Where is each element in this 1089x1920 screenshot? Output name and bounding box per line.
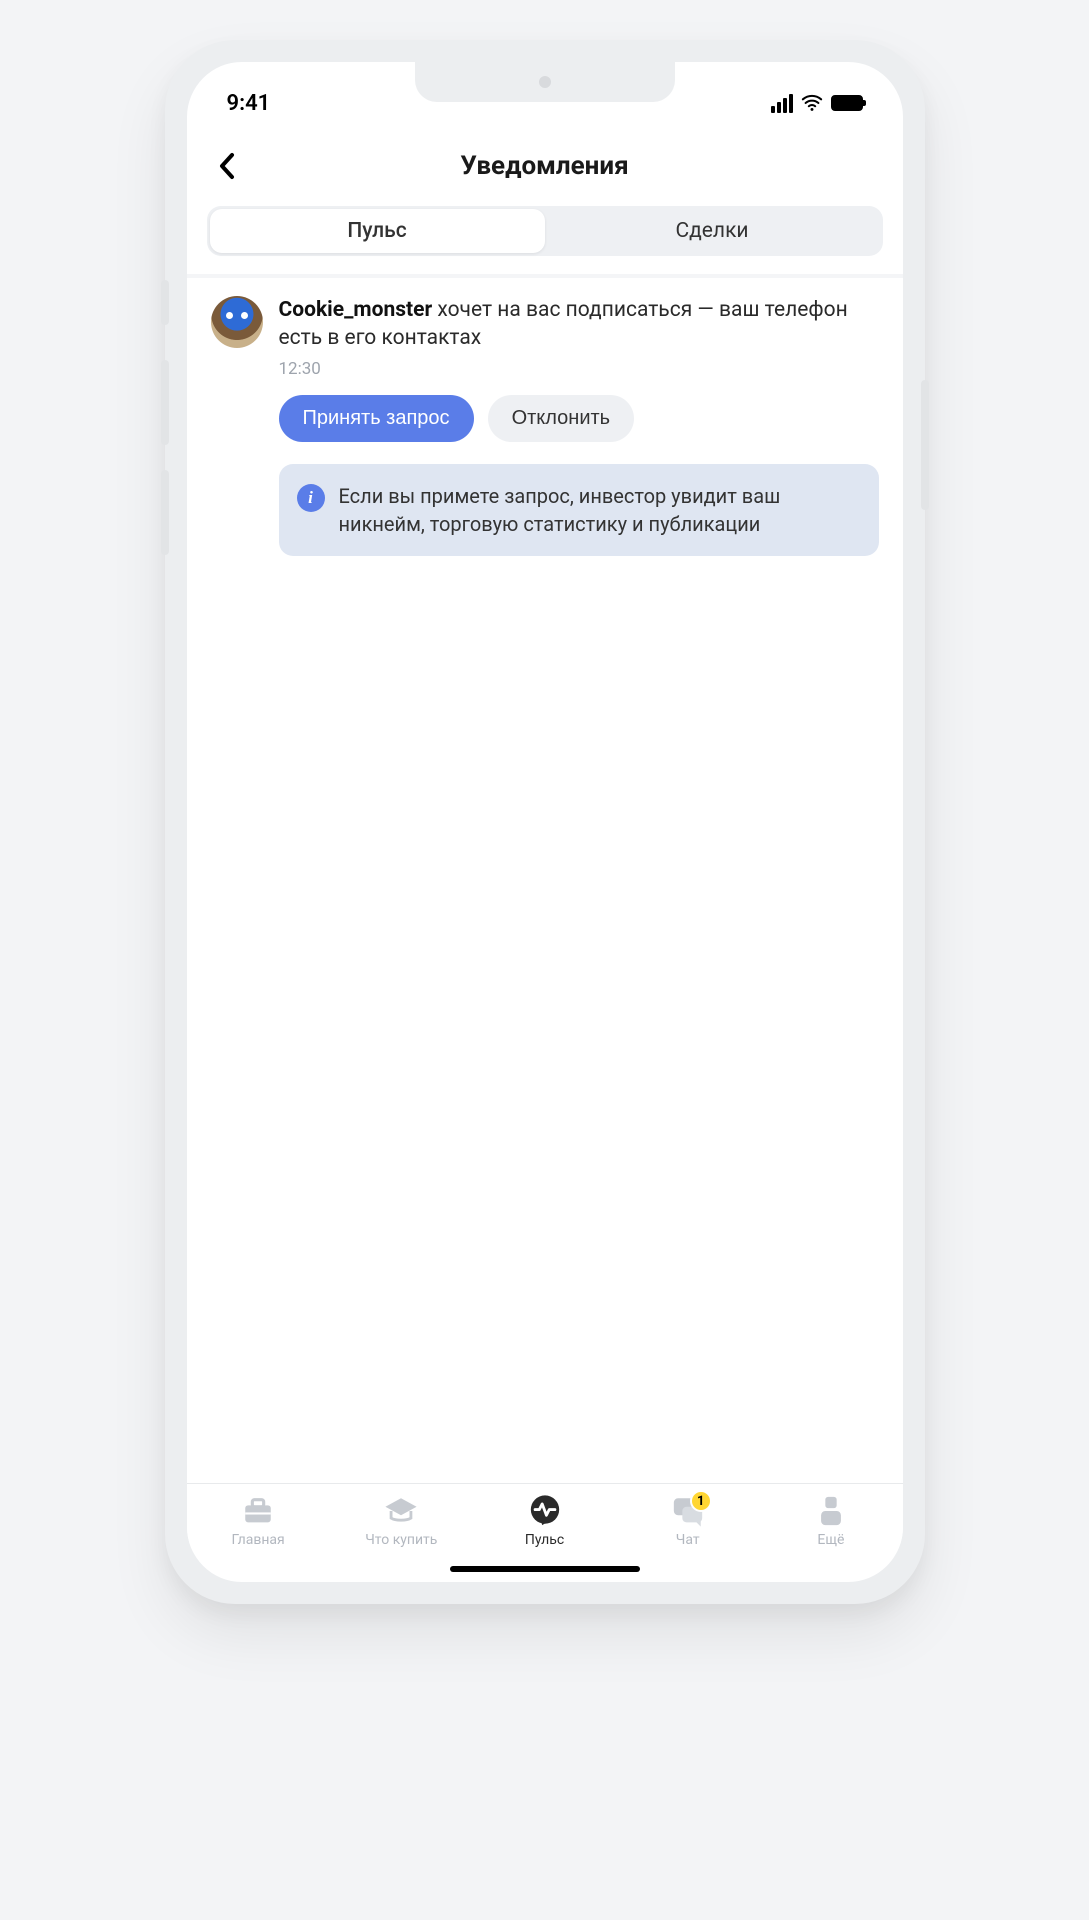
tabbar-label: Главная xyxy=(231,1532,284,1548)
chevron-left-icon xyxy=(218,152,236,180)
notification-actions: Принять запрос Отклонить xyxy=(279,395,879,442)
info-box: i Если вы примете запрос, инвестор увиди… xyxy=(279,464,879,556)
notification-text: Cookie_monster хочет на вас подписаться … xyxy=(279,296,879,353)
tab-badge: 1 xyxy=(690,1490,712,1512)
avatar[interactable] xyxy=(211,296,263,348)
tabbar-label: Чат xyxy=(676,1532,700,1548)
side-button xyxy=(161,360,169,445)
tab-bar: Главная Что купить Пульс 1 xyxy=(187,1483,903,1552)
home-indicator[interactable] xyxy=(450,1566,640,1572)
side-button xyxy=(161,470,169,555)
side-button xyxy=(161,280,169,325)
pulse-bubble-icon xyxy=(528,1494,562,1528)
tab-pulse[interactable]: Пульс xyxy=(210,209,545,253)
notification-time: 12:30 xyxy=(279,359,879,379)
battery-icon xyxy=(831,95,863,111)
cellular-icon xyxy=(771,94,793,113)
tabbar-label: Что купить xyxy=(365,1532,437,1548)
person-icon xyxy=(814,1494,848,1528)
tabbar-item-home[interactable]: Главная xyxy=(187,1494,330,1548)
tab-deals[interactable]: Сделки xyxy=(545,209,880,253)
tabbar-item-what-to-buy[interactable]: Что купить xyxy=(330,1494,473,1548)
wifi-icon xyxy=(801,92,823,114)
back-button[interactable] xyxy=(207,146,247,186)
phone-frame: 9:41 Уведомления xyxy=(165,40,925,1604)
status-icons xyxy=(771,92,863,114)
nav-header: Уведомления xyxy=(187,122,903,206)
status-time: 9:41 xyxy=(227,91,271,116)
tabbar-label: Пульс xyxy=(525,1532,564,1548)
info-text: Если вы примете запрос, инвестор увидит … xyxy=(339,482,861,538)
tab-label: Сделки xyxy=(675,219,748,243)
tabbar-item-chat[interactable]: 1 Чат xyxy=(616,1494,759,1548)
side-button xyxy=(921,380,929,510)
screen: 9:41 Уведомления xyxy=(187,62,903,1582)
decline-button[interactable]: Отклонить xyxy=(488,395,635,442)
notification-username: Cookie_monster xyxy=(279,298,433,322)
tabbar-label: Ещё xyxy=(817,1532,844,1548)
tab-label: Пульс xyxy=(347,219,406,243)
tabbar-item-pulse[interactable]: Пульс xyxy=(473,1494,616,1548)
content-area: Cookie_monster хочет на вас подписаться … xyxy=(187,278,903,1483)
briefcase-icon xyxy=(241,1494,275,1528)
grad-cap-icon xyxy=(384,1494,418,1528)
tabbar-item-more[interactable]: Ещё xyxy=(759,1494,902,1548)
notification-body: Cookie_monster хочет на вас подписаться … xyxy=(279,296,879,556)
segmented-control: Пульс Сделки xyxy=(207,206,883,256)
accept-button[interactable]: Принять запрос xyxy=(279,395,474,442)
info-icon: i xyxy=(297,484,325,512)
notch xyxy=(415,62,675,102)
notification-item: Cookie_monster хочет на вас подписаться … xyxy=(187,278,903,556)
page-title: Уведомления xyxy=(187,151,903,181)
